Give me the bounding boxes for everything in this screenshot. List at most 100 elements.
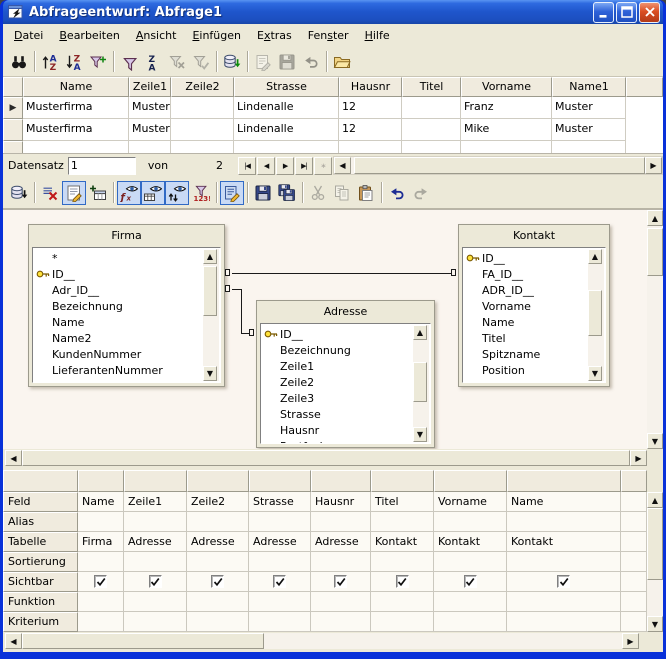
- scroll-thumb[interactable]: [22, 633, 264, 649]
- grid-cell-feld[interactable]: Strasse: [249, 492, 311, 512]
- datasheet-cell[interactable]: Franz: [461, 97, 552, 119]
- sichtbar-checkbox[interactable]: [396, 575, 409, 588]
- join-line[interactable]: [241, 333, 249, 334]
- field-zeile2[interactable]: Zeile2: [264, 374, 412, 390]
- grid-cell-sortierung[interactable]: [507, 552, 621, 572]
- grid-column-header[interactable]: [249, 470, 311, 492]
- refresh-data-button[interactable]: [220, 50, 244, 74]
- sort-descending-button[interactable]: ZA: [62, 50, 86, 74]
- grid-cell-sortierung[interactable]: [371, 552, 434, 572]
- datasheet-cell[interactable]: 12: [339, 119, 402, 141]
- save-button[interactable]: [251, 181, 275, 205]
- field-zeile1[interactable]: Zeile1: [264, 358, 412, 374]
- datasheet-cell[interactable]: Muster: [129, 97, 171, 119]
- datasheet-cell[interactable]: Muster: [552, 119, 626, 141]
- scroll-right-button[interactable]: ▶: [630, 450, 647, 466]
- column-header-zeile1[interactable]: Zeile1: [129, 77, 171, 97]
- row-selector[interactable]: ▶: [3, 97, 23, 119]
- grid-column-header[interactable]: [124, 470, 187, 492]
- scroll-down-button[interactable]: ▼: [647, 433, 663, 449]
- grid-cell-feld[interactable]: Titel: [371, 492, 434, 512]
- datasheet-cell[interactable]: Mike: [461, 119, 552, 141]
- datasheet-cell[interactable]: Muster: [129, 119, 171, 141]
- datasheet-cell[interactable]: [552, 141, 626, 153]
- sichtbar-checkbox[interactable]: [94, 575, 107, 588]
- grid-cell-kriterium[interactable]: [124, 612, 187, 632]
- grid-column-header[interactable]: [311, 470, 371, 492]
- scroll-up-button[interactable]: ▲: [203, 249, 217, 264]
- show-criteria-button[interactable]: 123!: [189, 181, 213, 205]
- scroll-thumb[interactable]: [354, 157, 645, 174]
- datasheet-cell[interactable]: Muster: [552, 97, 626, 119]
- datasheet-cell[interactable]: [171, 119, 234, 141]
- column-header-name1[interactable]: Name1: [552, 77, 626, 97]
- grid-cell-alias[interactable]: [249, 512, 311, 532]
- field-adrid[interactable]: Adr_ID__: [36, 282, 202, 298]
- sichtbar-checkbox[interactable]: [557, 575, 570, 588]
- grid-cell-feld[interactable]: Name: [507, 492, 621, 512]
- grid-cell-sortierung[interactable]: [434, 552, 507, 572]
- datasheet-cell[interactable]: [461, 141, 552, 153]
- scroll-left-button[interactable]: ◀: [334, 157, 351, 174]
- column-header-vorname[interactable]: Vorname: [461, 77, 552, 97]
- scroll-down-button[interactable]: ▼: [647, 616, 663, 632]
- sichtbar-checkbox[interactable]: [149, 575, 162, 588]
- minimize-button[interactable]: [593, 2, 614, 23]
- column-header-titel[interactable]: Titel: [402, 77, 461, 97]
- field-id[interactable]: ID__: [36, 266, 202, 282]
- next-record-button[interactable]: ▶: [276, 157, 294, 175]
- sort-za-button[interactable]: ZA: [141, 50, 165, 74]
- show-functions-button[interactable]: ƒx: [117, 181, 141, 205]
- field-kundennummer[interactable]: KundenNummer: [36, 346, 202, 362]
- grid-cell-sortierung[interactable]: [249, 552, 311, 572]
- grid-cell-tabelle[interactable]: Adresse: [249, 532, 311, 552]
- scroll-up-button[interactable]: ▲: [647, 210, 663, 226]
- scroll-up-button[interactable]: ▲: [588, 249, 602, 264]
- show-table-names-button[interactable]: [141, 181, 165, 205]
- grid-cell-alias[interactable]: [124, 512, 187, 532]
- grid-cell-alias[interactable]: [371, 512, 434, 532]
- menu-datei[interactable]: Datei: [6, 26, 51, 46]
- scroll-thumb[interactable]: [647, 508, 663, 580]
- grid-cell-funktion[interactable]: [434, 592, 507, 612]
- grid-cell-tabelle[interactable]: Kontakt: [371, 532, 434, 552]
- grid-cell-funktion[interactable]: [507, 592, 621, 612]
- column-header-name[interactable]: Name: [23, 77, 129, 97]
- datasheet-cell[interactable]: Musterfirma: [23, 97, 129, 119]
- scroll-down-button[interactable]: ▼: [413, 427, 427, 442]
- menu-einfgen[interactable]: Einfügen: [184, 26, 249, 46]
- scroll-track[interactable]: [264, 633, 622, 649]
- sichtbar-checkbox[interactable]: [273, 575, 286, 588]
- properties-button[interactable]: [220, 181, 244, 205]
- first-record-button[interactable]: |◀: [238, 157, 256, 175]
- grid-column-header[interactable]: [507, 470, 621, 492]
- grid-cell-alias[interactable]: [311, 512, 371, 532]
- field-strasse[interactable]: Strasse: [264, 406, 412, 422]
- grid-cell-funktion[interactable]: [371, 592, 434, 612]
- table-title[interactable]: Kontakt: [462, 225, 606, 247]
- datasheet-cell[interactable]: [402, 141, 461, 153]
- column-header-zeile2[interactable]: Zeile2: [171, 77, 234, 97]
- field-postfach[interactable]: Postfach: [264, 438, 412, 444]
- grid-cell-funktion[interactable]: [187, 592, 249, 612]
- grid-cell-tabelle[interactable]: Firma: [78, 532, 124, 552]
- menu-bearbeiten[interactable]: Bearbeiten: [51, 26, 127, 46]
- grid-cell-funktion[interactable]: [78, 592, 124, 612]
- grid-cell-kriterium[interactable]: [249, 612, 311, 632]
- grid-cell-sortierung[interactable]: [124, 552, 187, 572]
- scroll-down-button[interactable]: ▼: [203, 366, 217, 381]
- row-selector[interactable]: [3, 119, 23, 141]
- grid-column-header[interactable]: [187, 470, 249, 492]
- datasheet-cell[interactable]: 12: [339, 97, 402, 119]
- datasheet-cell[interactable]: [23, 141, 129, 153]
- menu-fenster[interactable]: Fenster: [300, 26, 357, 46]
- grid-cell-sortierung[interactable]: [78, 552, 124, 572]
- field-lieferantennummer[interactable]: LieferantenNummer: [36, 362, 202, 378]
- db-sort-button[interactable]: [7, 181, 31, 205]
- grid-cell-feld[interactable]: Zeile2: [187, 492, 249, 512]
- scroll-thumb[interactable]: [647, 228, 663, 276]
- filter-add-button[interactable]: [86, 50, 110, 74]
- datasheet-cell[interactable]: [234, 141, 339, 153]
- join-line[interactable]: [232, 273, 451, 274]
- scroll-up-button[interactable]: ▲: [413, 325, 427, 340]
